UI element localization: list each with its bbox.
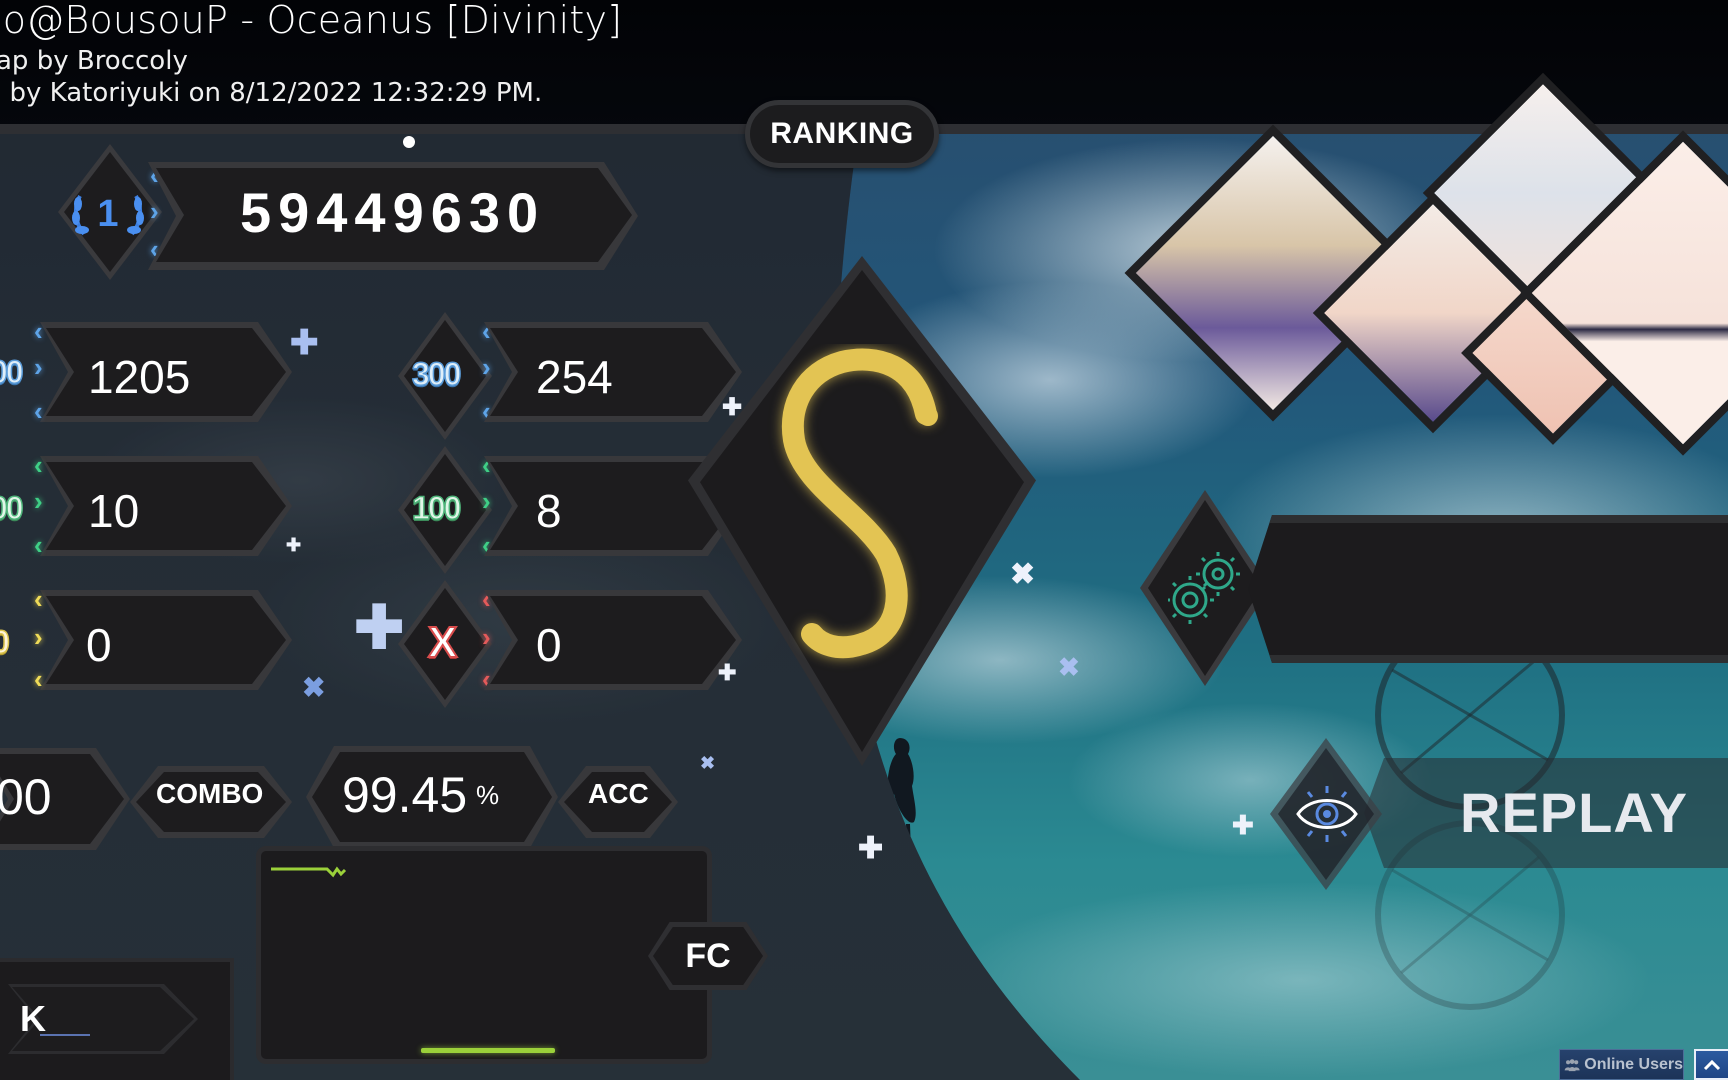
combo-label: COMBO [156, 778, 264, 809]
rank-number: 1 [97, 193, 118, 235]
chevron-icon: › [482, 622, 491, 652]
sparkle-icon: ✖ [1058, 652, 1080, 682]
hit-300-count: 254 [536, 351, 613, 403]
performance-graph [256, 846, 712, 1064]
sparkle-icon: ✚ [290, 324, 319, 362]
accuracy-unit: % [476, 780, 500, 810]
hit-100k-panel [46, 462, 286, 550]
chevron-icon: ‹ [34, 530, 43, 560]
replay-label[interactable]: REPLAY [1460, 780, 1688, 845]
sparkle-icon: ✚ [718, 660, 737, 685]
max-combo-value: 00 [0, 769, 52, 825]
grade-badge [688, 256, 1036, 766]
online-users-label: Online Users [1584, 1055, 1683, 1073]
total-score: 59449630 [240, 181, 546, 244]
chevron-icon: › [482, 486, 491, 516]
sparkle-icon: ✚ [858, 832, 884, 865]
chevron-icon: ‹ [34, 450, 43, 480]
accuracy-value: 99.45 [342, 767, 468, 823]
sparkle-icon: ✚ [1232, 810, 1254, 840]
judge-50-label: 0 [0, 623, 11, 661]
ranking-button[interactable]: RANKING [745, 100, 939, 168]
played-by-info: l by Katoriyuki on 8/12/2022 12:32:29 PM… [0, 78, 543, 108]
hit-300g-count: 1205 [88, 351, 191, 403]
online-users-button[interactable]: Online Users [1559, 1049, 1684, 1080]
chevron-icon: ‹ [34, 584, 43, 614]
sparkle-icon: ✚ [354, 594, 405, 661]
judge-300-label: 300 [411, 355, 462, 393]
full-combo-badge: FC [648, 922, 768, 990]
grade-s-icon [781, 348, 938, 659]
chevron-icon: › [34, 352, 43, 382]
sparkle-icon: ✖ [1010, 558, 1036, 591]
eye-icon [1296, 786, 1358, 842]
chevron-icon: ‹ [34, 316, 43, 346]
hit-miss-count: 0 [536, 619, 562, 671]
chevron-icon: › [34, 622, 43, 652]
judge-300g-label: 00 [0, 353, 24, 391]
gears-icon[interactable] [1168, 548, 1244, 628]
sparkle-icon: ✖ [700, 753, 716, 773]
chevron-icon: › [482, 352, 491, 382]
chevron-up-icon [1703, 1059, 1721, 1070]
graph-progress-bar [421, 1048, 555, 1053]
judge-miss-label: X [427, 617, 458, 668]
chevron-icon: › [34, 486, 43, 516]
score-chevron-mid: › [150, 196, 159, 226]
mods-panel: K [0, 958, 234, 1080]
judge-100-label: 100 [411, 489, 462, 527]
hp-graph-line [271, 866, 347, 878]
judge-100k-label: 00 [0, 489, 24, 527]
hit-100k-count: 10 [88, 485, 140, 537]
sparkle-icon: ✚ [286, 535, 302, 555]
beatmap-mapper: ap by Broccoly [0, 46, 188, 76]
hit-50-count: 0 [86, 619, 112, 671]
scroll-up-button[interactable] [1694, 1049, 1728, 1080]
mod-underline [40, 1034, 90, 1036]
applied-mods-panel [1248, 515, 1728, 663]
hit-100-count: 8 [536, 485, 562, 537]
beatmap-title: lo@BousouP - Oceanus [Divinity] [0, 0, 623, 42]
sparkle-icon: ✚ [722, 394, 743, 421]
users-icon [1564, 1058, 1580, 1071]
chevron-icon: ‹ [34, 396, 43, 426]
chevron-icon: ‹ [34, 664, 43, 694]
accuracy-label: ACC [588, 778, 649, 809]
full-combo-label: FC [653, 927, 763, 985]
hit-50-panel [46, 596, 286, 684]
sparkle-icon: ✖ [302, 672, 326, 703]
laurel-rank-icon: 1 [72, 193, 144, 236]
beatmap-thumbnail [1124, 72, 1728, 493]
sparkle-dot [403, 136, 415, 148]
